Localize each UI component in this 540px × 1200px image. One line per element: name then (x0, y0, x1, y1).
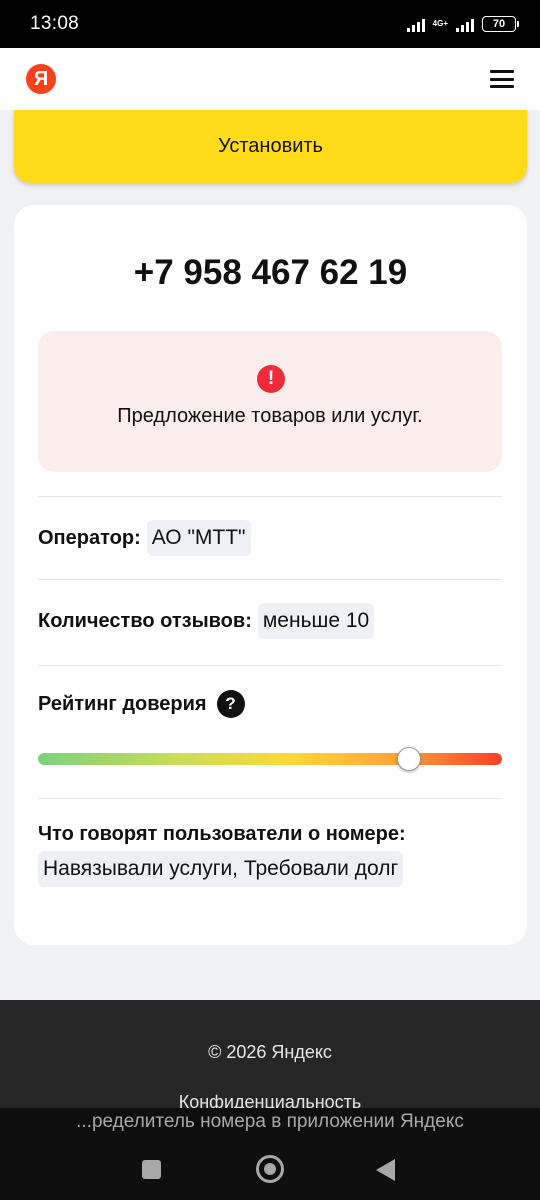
operator-row: Оператор: АО "МТТ" (38, 520, 251, 556)
recents-button[interactable] (142, 1160, 161, 1179)
signal-icon-2 (456, 17, 474, 32)
trust-rating-row: Рейтинг доверия ? (38, 690, 245, 718)
status-icons: 4G+ 70 (406, 16, 519, 32)
system-nav-bar: ...ределитель номера в приложении Яндекс (0, 1108, 540, 1200)
network-type: 4G+ (432, 19, 448, 28)
trust-rating-thumb (397, 747, 422, 771)
logo-letter: Я (33, 67, 49, 90)
divider (38, 579, 502, 580)
divider (38, 496, 502, 497)
divider (38, 665, 502, 666)
home-button[interactable] (256, 1155, 284, 1183)
footer: © 2026 Яндекс Конфиденциальность (0, 1000, 540, 1112)
trust-rating-label: Рейтинг доверия (38, 692, 207, 715)
nav-buttons (0, 1154, 540, 1184)
battery-level: 70 (492, 18, 506, 30)
signal-icon (406, 17, 425, 32)
yandex-logo[interactable]: Я (26, 64, 56, 94)
exclamation-icon: ! (257, 365, 285, 393)
warning-text: Предложение товаров или услуг. (117, 405, 423, 427)
hamburger-menu-icon[interactable] (490, 70, 514, 88)
divider (38, 798, 502, 799)
number-info-card: +7 958 467 62 19 ! Предложение товаров и… (14, 205, 527, 945)
warning-box: ! Предложение товаров или услуг. (38, 331, 502, 472)
top-bar: Я (0, 48, 540, 110)
app-banner-text[interactable]: ...ределитель номера в приложении Яндекс (0, 1111, 540, 1133)
copyright: © 2026 Яндекс (208, 1042, 332, 1062)
user-reports-value: Навязывали услуги, Требовали долг (38, 851, 404, 887)
phone-number: +7 958 467 62 19 (133, 253, 408, 292)
question-icon[interactable]: ? (216, 690, 245, 718)
battery-icon: 70 (482, 16, 519, 32)
install-button[interactable]: Установить (14, 110, 527, 183)
reviews-value: меньше 10 (257, 603, 375, 639)
user-reports-label: Что говорят пользователи о номере: (38, 823, 406, 845)
reviews-row: Количество отзывов: меньше 10 (38, 603, 375, 639)
back-button[interactable] (376, 1159, 395, 1181)
reviews-label: Количество отзывов: (38, 609, 252, 632)
trust-rating-bar (38, 747, 502, 771)
status-time: 13:08 (30, 13, 80, 34)
operator-value: АО "МТТ" (146, 520, 251, 556)
operator-label: Оператор: (38, 526, 141, 549)
status-bar: 13:08 4G+ 70 (0, 0, 540, 48)
